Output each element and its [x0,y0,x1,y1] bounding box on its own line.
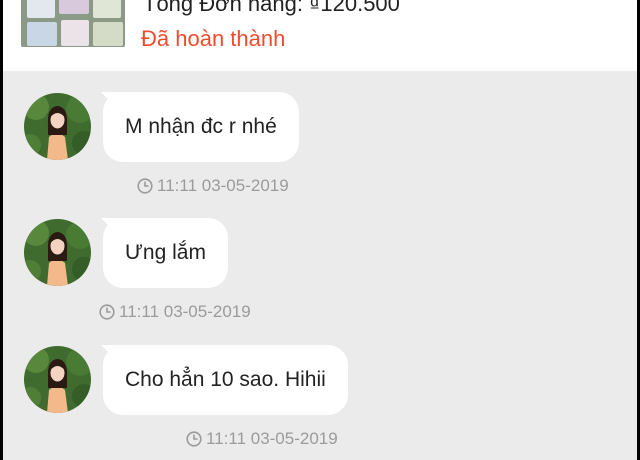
avatar[interactable] [24,219,91,286]
avatar[interactable] [24,346,91,413]
timestamp-text: 11:11 03-05-2019 [206,429,338,448]
message-bubble[interactable]: M nhận đc r nhé [103,92,299,162]
message-bubble[interactable]: Cho hẳn 10 sao. Hihii [103,345,348,415]
message-item: M nhận đc r nhé 11:11 03-05-2019 [3,92,637,212]
message-timestamp: 11:11 03-05-2019 [137,176,289,196]
timestamp-text: 11:11 03-05-2019 [157,176,289,195]
avatar[interactable] [24,93,91,160]
order-card[interactable]: Tổng Đơn hàng: ₫120.500 Đã hoàn thành [3,0,637,71]
order-status: Đã hoàn thành [141,26,286,51]
chat-screen: Tổng Đơn hàng: ₫120.500 Đã hoàn thành M … [3,0,637,460]
timestamp-text: 11:11 03-05-2019 [119,302,251,321]
message-item: Ưng lắm 11:11 03-05-2019 [3,218,637,338]
order-total: Tổng Đơn hàng: ₫120.500 [143,0,400,16]
message-timestamp: 11:11 03-05-2019 [186,429,338,449]
message-bubble[interactable]: Ưng lắm [103,218,228,288]
message-timestamp: 11:11 03-05-2019 [99,302,251,322]
clock-icon [186,431,202,447]
clock-icon [137,178,153,194]
clock-icon [99,304,115,320]
order-product-thumbnail[interactable] [21,0,125,47]
message-item: Cho hẳn 10 sao. Hihii 11:11 03-05-2019 [3,345,637,460]
